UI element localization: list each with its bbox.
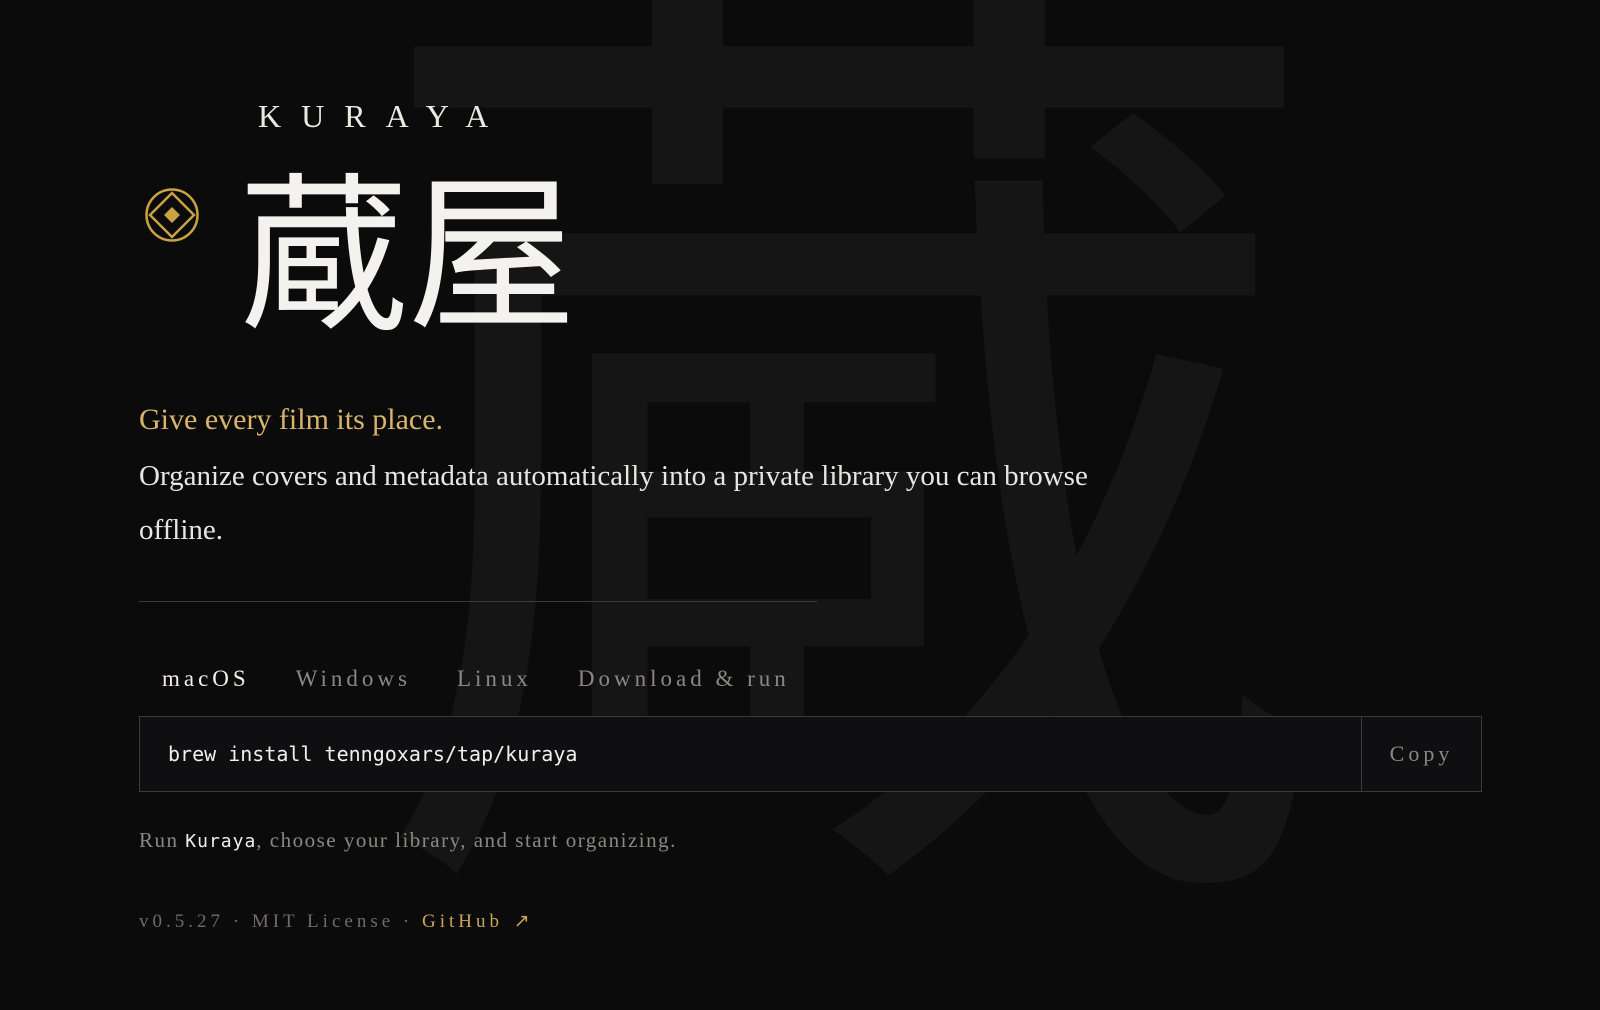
tab-download-and-run[interactable]: Download & run — [555, 660, 813, 698]
section-divider — [139, 601, 817, 602]
github-link[interactable]: GitHub ↗ — [422, 911, 534, 932]
footer-separator: · — [394, 911, 422, 932]
github-link-label: GitHub — [421, 911, 503, 932]
license-label: MIT License — [251, 911, 395, 932]
install-command-text[interactable]: brew install tenngoxars/tap/kuraya — [140, 742, 1361, 766]
diamond-emblem-icon — [145, 188, 199, 242]
brand-latin-name: KURAYA — [258, 98, 509, 134]
run-instructions: Run Kuraya, choose your library, and sta… — [139, 828, 677, 853]
hero-description: Organize covers and metadata automatical… — [139, 460, 1088, 546]
copy-button[interactable]: Copy — [1361, 717, 1481, 791]
tab-macos[interactable]: macOS — [139, 660, 273, 698]
version-label: v0.5.27 — [139, 911, 224, 932]
tab-linux[interactable]: Linux — [434, 660, 555, 698]
run-note-app-name: Kuraya — [185, 831, 257, 852]
run-note-suffix: , choose your library, and start organiz… — [256, 828, 677, 852]
tab-windows[interactable]: Windows — [273, 660, 434, 698]
external-arrow-icon: ↗ — [513, 911, 534, 932]
brand-kanji-title: 蔵屋 — [240, 158, 576, 354]
footer-separator: · — [224, 911, 252, 932]
install-command-box: brew install tenngoxars/tap/kuraya Copy — [139, 716, 1482, 792]
install-platform-tabs: macOS Windows Linux Download & run — [139, 660, 813, 698]
tagline: Give every film its place. — [139, 403, 444, 436]
run-note-prefix: Run — [139, 828, 186, 852]
footer: v0.5.27 · MIT License · GitHub ↗ — [139, 910, 534, 933]
